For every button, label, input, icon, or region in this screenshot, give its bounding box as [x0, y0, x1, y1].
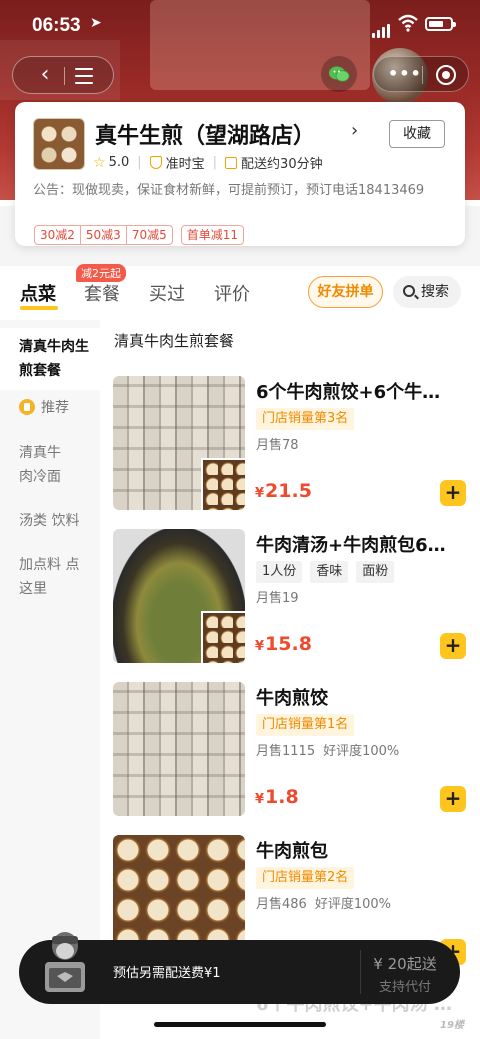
sales-rank-badge: 门店销量第3名 [256, 408, 355, 430]
first-order-tag: 首单减11 [180, 225, 244, 245]
add-to-cart-button[interactable]: + [440, 633, 466, 659]
sidebar-item-cold-noodles[interactable]: 清真牛肉冷面 [0, 441, 100, 489]
tab-reviews[interactable]: 评价 [214, 280, 250, 306]
monthly-sales: 月售19 [256, 591, 299, 606]
discount-tag: 30减2 [40, 228, 75, 242]
add-to-cart-button[interactable]: + [440, 786, 466, 812]
back-icon[interactable]: ‹ [27, 57, 63, 95]
dish-name: 6个牛肉煎饺+6个牛… [256, 382, 441, 403]
dish-tags: 1人份 香味 面粉 [256, 561, 402, 583]
sidebar-item-recommended[interactable]: 推荐 [0, 396, 100, 420]
search-label: 搜索 [421, 284, 449, 300]
menu-icon[interactable] [75, 68, 93, 84]
recommend-icon [19, 399, 35, 415]
chevron-right-icon[interactable]: › [351, 120, 358, 141]
dish-tag: 面粉 [356, 561, 395, 583]
tab-bought[interactable]: 买过 [149, 280, 185, 306]
discount-group: 30减2 50减3 70减5 [34, 225, 173, 245]
dish-name: 牛肉煎饺 [256, 688, 328, 709]
star-icon: ☆ [93, 154, 106, 171]
dish-image[interactable] [113, 376, 245, 510]
monthly-sales: 月售486 好评度100% [256, 897, 391, 912]
battery-icon [425, 17, 456, 31]
signal-icon [372, 19, 392, 38]
sales-rank-badge: 门店销量第2名 [256, 867, 355, 889]
combo-badge: 减2元起 [76, 264, 126, 282]
shield-icon [149, 156, 162, 169]
watermark-logo: 19楼 [440, 1020, 464, 1031]
miniprogram-capsule: ••• [373, 56, 469, 92]
sidebar-item-beef-combo[interactable]: 清真牛肉生煎套餐 [0, 328, 100, 390]
search-button[interactable]: 搜索 [393, 276, 461, 308]
delivery-fee-note: 预估另需配送费¥1 [113, 966, 221, 981]
shop-notice[interactable]: 公告：现做现卖，保证食材新鲜，可提前预订，预订电话18413469 [33, 179, 445, 198]
tab-bar: 点菜 套餐 减2元起 买过 评价 好友拼单 搜索 [0, 264, 480, 320]
sales-rank-badge: 门店销量第1名 [256, 714, 355, 736]
dish-price: ¥15.8 [255, 633, 312, 655]
nav-pill: ‹ [12, 56, 114, 94]
shop-name[interactable]: 真牛生煎（望湖路店） [95, 118, 315, 150]
dish-price: ¥21.5 [255, 480, 312, 502]
dish-name: 牛肉煎包 [256, 841, 328, 862]
delivery-time: 配送约30分钟 [241, 157, 323, 172]
home-indicator [154, 1022, 326, 1027]
tab-order[interactable]: 点菜 [20, 280, 56, 306]
location-arrow-icon: ➤ [90, 15, 102, 31]
discount-tag: 50减3 [79, 226, 126, 244]
delivery-mascot-icon [45, 932, 85, 992]
shop-rating: 5.0 [108, 155, 130, 170]
monthly-sales: 月售78 [256, 438, 299, 453]
tab-combo[interactable]: 套餐 [84, 280, 120, 306]
close-miniprogram-icon[interactable] [436, 65, 456, 85]
dish-tag: 1人份 [256, 561, 303, 583]
monthly-sales: 月售1115 好评度100% [256, 744, 400, 759]
dish-image[interactable] [113, 529, 245, 663]
clock-icon [225, 156, 238, 169]
sidebar-item-soup-drinks[interactable]: 汤类 饮料 [0, 509, 100, 533]
promo-tags[interactable]: 30减2 50减3 70减5 首单减11 [34, 225, 244, 245]
status-time: 06:53 [32, 15, 81, 36]
wechat-share-icon[interactable] [321, 56, 357, 92]
menu-item[interactable]: 牛肉煎饺 门店销量第1名 月售1115 好评度100% ¥1.8 + [100, 682, 480, 832]
dish-price: ¥1.8 [255, 786, 299, 808]
shop-meta: ☆ 5.0 | 准时宝 | 配送约30分钟 [93, 154, 323, 173]
discount-tag: 70减5 [125, 226, 172, 244]
dish-tag: 香味 [310, 561, 349, 583]
pay-for-me-label: 支持代付 [378, 980, 431, 995]
status-bar: 06:53 ➤ [0, 0, 480, 50]
sidebar-item-add-ons[interactable]: 加点料 点这里 [0, 553, 100, 601]
favorite-button[interactable]: 收藏 [389, 120, 445, 148]
more-icon[interactable]: ••• [388, 66, 422, 82]
search-icon [403, 285, 415, 297]
group-order-button[interactable]: 好友拼单 [308, 276, 383, 308]
wifi-icon [398, 14, 418, 32]
dish-image[interactable] [113, 682, 245, 816]
on-time-badge: 准时宝 [165, 157, 205, 172]
menu-item[interactable]: 牛肉清汤+牛肉煎包6… 1人份 香味 面粉 月售19 ¥15.8 + [100, 529, 480, 679]
min-order-label: ¥ 20起送 [373, 955, 437, 973]
shop-logo [33, 118, 85, 170]
section-title: 清真牛肉生煎套餐 [114, 332, 235, 350]
dish-name: 牛肉清汤+牛肉煎包6… [256, 535, 446, 556]
add-to-cart-button[interactable]: + [440, 480, 466, 506]
menu-item[interactable]: 6个牛肉煎饺+6个牛… 门店销量第3名 月售78 ¥21.5 + [100, 376, 480, 526]
tab-active-indicator [20, 306, 58, 310]
